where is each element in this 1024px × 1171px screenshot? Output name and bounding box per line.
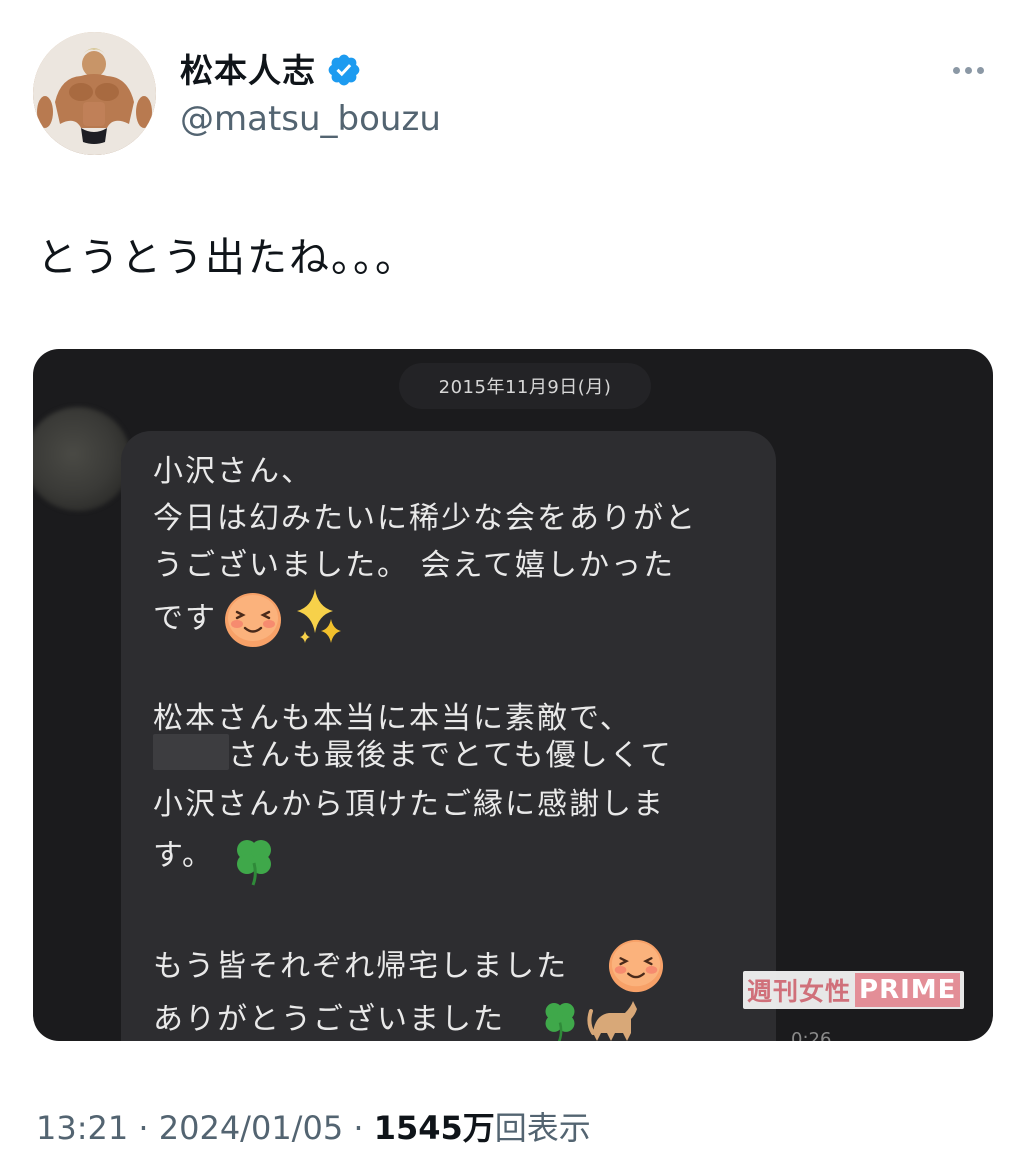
cat-icon (587, 1001, 637, 1041)
message-line: もう皆それぞれ帰宅しました (153, 949, 569, 984)
message-line: ありがとうございました (153, 1002, 505, 1037)
message-line: です (153, 601, 217, 636)
tweet-text: とうとう出たね。。。 (37, 235, 417, 281)
more-options-button[interactable] (946, 56, 990, 84)
watermark-logo: 週刊女性 PRIME (743, 971, 965, 1009)
author-name-row[interactable]: 松本人志 (180, 48, 362, 92)
message-line: うございました。 会えて嬉しかった (153, 548, 676, 583)
more-dot-icon (976, 66, 984, 74)
message-line: 小沢さん、 (153, 454, 313, 489)
blurred-sender-avatar (33, 407, 131, 511)
sparkles-icon (297, 589, 341, 643)
message-line: す。 (153, 838, 214, 873)
message-line: 小沢さんから頂けたご縁に感謝しま (153, 787, 665, 822)
author-display-name[interactable]: 松本人志 (180, 54, 316, 87)
muscle-figure-avatar-icon (33, 32, 156, 155)
four-leaf-clover-icon (545, 1002, 575, 1041)
message-line: 今日は幻みたいに稀少な会をありがと (153, 501, 697, 536)
message-line: さんも最後までとても優しくて (228, 738, 673, 773)
views-label: 回表示 (494, 1109, 591, 1147)
watermark-ja-text: 週刊女性 (747, 977, 852, 1006)
verified-badge-icon (328, 54, 360, 86)
tweet-meta: 13:21 · 2024/01/05 · 1545万回表示 (36, 1112, 591, 1144)
author-avatar[interactable] (33, 32, 156, 155)
author-handle[interactable]: @matsu_bouzu (180, 102, 441, 136)
tweet-date[interactable]: 2024/01/05 (159, 1109, 343, 1147)
smiling-face-icon (225, 593, 281, 647)
watermark-en-text: PRIME (855, 973, 961, 1007)
meta-separator: · (343, 1109, 374, 1147)
tweet-time[interactable]: 13:21 (36, 1109, 128, 1147)
smiling-face-icon (608, 939, 664, 993)
tweet-page: 松本人志 @matsu_bouzu とうとう出たね。。。 2015年11月9日(… (0, 0, 1024, 1171)
views-count[interactable]: 1545万 (374, 1109, 495, 1147)
chat-date-pill: 2015年11月9日(月) (399, 363, 651, 409)
message-line: 松本さんも本当に本当に素敵で、 (153, 701, 632, 736)
media-duration: 0:26 (791, 1029, 832, 1041)
tweet-media-image[interactable]: 2015年11月9日(月) 小沢さん、 今日は幻みたいに稀少な会をありがと うご… (33, 349, 993, 1041)
more-dot-icon (952, 66, 960, 74)
more-dot-icon (964, 66, 972, 74)
meta-separator: · (128, 1109, 159, 1147)
four-leaf-clover-icon (237, 840, 271, 886)
redacted-name-block (153, 734, 229, 770)
